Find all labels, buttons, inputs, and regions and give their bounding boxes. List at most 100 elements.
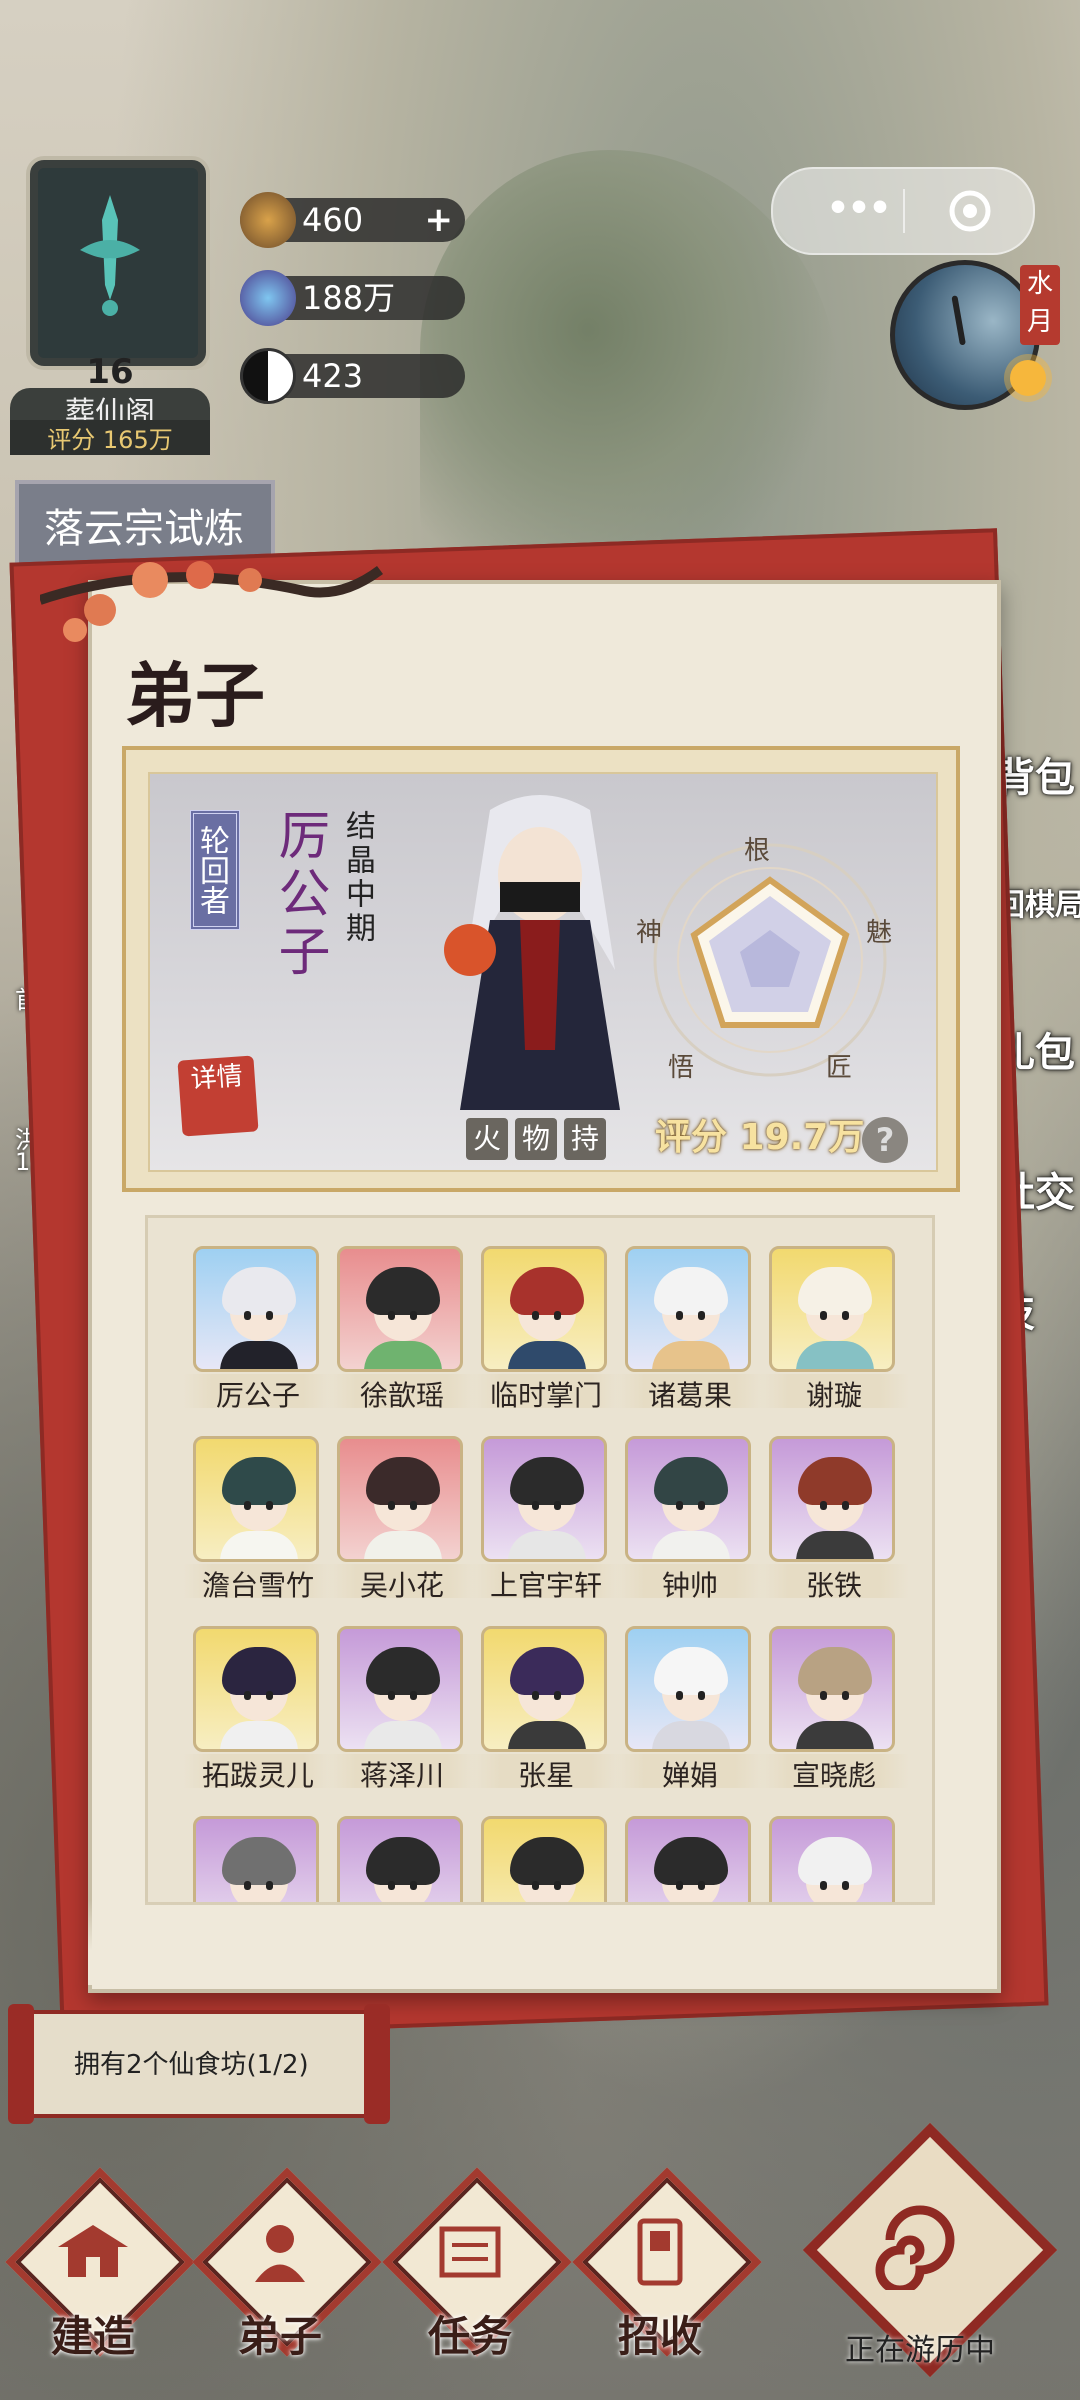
portrait-eye <box>554 1501 561 1510</box>
portrait-eye <box>244 1501 251 1510</box>
portrait-eye <box>698 1501 705 1510</box>
recruit-card-icon <box>637 2218 683 2286</box>
portrait-body <box>508 1341 586 1369</box>
quest-scroll[interactable]: 拥有2个仙食坊(1/2) <box>8 2004 390 2124</box>
disciple-portrait <box>193 1816 319 1902</box>
nav-tasks[interactable]: 任务 <box>382 2167 572 2361</box>
portrait-eye <box>266 1501 273 1510</box>
sword-emblem-icon <box>80 195 140 316</box>
resource-value: 460 <box>302 201 364 239</box>
nav-disciples[interactable]: 弟子 <box>192 2167 382 2361</box>
portrait-hair <box>798 1837 872 1885</box>
nav-recruit[interactable]: 招收 <box>572 2167 762 2361</box>
disciple-name: 张星 <box>471 1754 621 1792</box>
disciple-card[interactable]: 钟帅 <box>615 1436 765 1602</box>
stat-label: 神 <box>636 918 663 948</box>
portrait-eye <box>410 1501 417 1510</box>
portrait-hair <box>654 1647 728 1695</box>
disciple-card[interactable] <box>337 1816 467 1902</box>
disciple-card[interactable]: 谢璇 <box>759 1246 909 1412</box>
resource-value: 423 <box>302 357 364 395</box>
disciple-card[interactable]: 上官宇轩 <box>471 1436 621 1602</box>
disciple-portrait <box>769 1816 895 1902</box>
portrait-eye <box>388 1691 395 1700</box>
travel-status-label: 正在游历中 <box>845 2333 995 2368</box>
nav-build[interactable]: 建造 <box>5 2167 195 2361</box>
portrait-eye <box>676 1691 683 1700</box>
scroll-rod <box>8 2004 34 2124</box>
task-scroll-icon <box>439 2226 501 2278</box>
portrait-eye <box>532 1691 539 1700</box>
stat-label: 根 <box>744 836 771 866</box>
disciple-card[interactable] <box>193 1816 323 1902</box>
panel-bottom-fog <box>88 1900 993 1985</box>
resource-value: 188万 <box>302 279 396 317</box>
disciple-card[interactable]: 徐歆瑶 <box>327 1246 477 1412</box>
disciple-portrait <box>625 1436 751 1562</box>
portrait-hair <box>222 1457 296 1505</box>
disciple-grid[interactable]: 厉公子 徐歆瑶 临时掌门 诸葛果 谢璇澹台雪竹 吴小花 上官宇轩 钟帅 张铁拓跋灵儿 蒋泽川 张星婵… <box>145 1215 935 1905</box>
disciple-name: 婵娟 <box>615 1754 765 1792</box>
disciple-card[interactable]: 蒋泽川 <box>327 1626 477 1792</box>
disciple-portrait <box>337 1436 463 1562</box>
travel-button[interactable]: 正在游历中 <box>800 2120 1058 2378</box>
disciple-card[interactable]: 张铁 <box>759 1436 909 1602</box>
disciple-card[interactable]: 澹台雪竹 <box>183 1436 333 1602</box>
swirl-icon <box>875 2205 955 2290</box>
portrait-eye <box>554 1691 561 1700</box>
disciple-card[interactable]: 临时掌门 <box>471 1246 621 1412</box>
portrait-eye <box>820 1311 827 1320</box>
disciple-card[interactable]: 张星 <box>471 1626 621 1792</box>
disciple-name: 上官宇轩 <box>471 1564 621 1602</box>
portrait-body <box>220 1721 298 1749</box>
disciple-name: 张铁 <box>759 1564 909 1602</box>
portrait-eye <box>266 1311 273 1320</box>
disciple-portrait <box>481 1246 607 1372</box>
help-icon[interactable]: ? <box>862 1117 908 1163</box>
disciple-card[interactable] <box>769 1816 899 1902</box>
add-icon[interactable]: + <box>425 198 454 242</box>
close-target-icon[interactable] <box>948 189 992 233</box>
nav-label: 弟子 <box>237 2312 322 2361</box>
disciple-name: 拓跋灵儿 <box>183 1754 333 1792</box>
disciple-portrait <box>769 1436 895 1562</box>
nav-label: 建造 <box>50 2312 135 2361</box>
portrait-eye <box>698 1881 705 1890</box>
portrait-hair <box>798 1457 872 1505</box>
disciple-card[interactable] <box>481 1816 611 1902</box>
side-menu-backpack[interactable]: 背包 <box>995 745 1080 815</box>
yin-yang-icon <box>240 348 296 404</box>
resource-yin-yang: 423 <box>240 348 465 404</box>
more-options-icon[interactable]: ••• <box>813 189 903 233</box>
disciple-portrait <box>625 1816 751 1902</box>
portrait-eye <box>410 1691 417 1700</box>
disciple-portrait <box>337 1816 463 1902</box>
disciple-name: 吴小花 <box>327 1564 477 1602</box>
disciple-card[interactable]: 宣晓彪 <box>759 1626 909 1792</box>
portrait-eye <box>676 1501 683 1510</box>
element-tag-fire: 火 <box>466 1118 508 1160</box>
element-tag-physical: 物 <box>515 1118 557 1160</box>
portrait-eye <box>842 1501 849 1510</box>
disciple-card[interactable]: 婵娟 <box>615 1626 765 1792</box>
disciple-card[interactable]: 拓跋灵儿 <box>183 1626 333 1792</box>
disciple-card[interactable]: 厉公子 <box>183 1246 333 1412</box>
clock-hand <box>951 295 966 346</box>
details-button[interactable]: 详情 <box>177 1055 259 1137</box>
sect-badge[interactable]: 16 葬仙阁 评分 165万 <box>10 130 210 455</box>
stat-label: 魅 <box>866 918 893 948</box>
nav-label: 任务 <box>427 2312 512 2361</box>
disciple-card[interactable]: 诸葛果 <box>615 1246 765 1412</box>
portrait-eye <box>676 1311 683 1320</box>
featured-name: 厉公子 <box>269 808 329 982</box>
disciple-card[interactable]: 吴小花 <box>327 1436 477 1602</box>
disciple-card[interactable] <box>625 1816 755 1902</box>
portrait-body <box>220 1531 298 1559</box>
portrait-eye <box>532 1881 539 1890</box>
capsule-divider <box>903 189 905 233</box>
portrait-eye <box>820 1881 827 1890</box>
resource-spirit-stone[interactable]: 460 + <box>240 192 465 248</box>
disciple-portrait <box>337 1246 463 1372</box>
portrait-eye <box>266 1881 273 1890</box>
portrait-eye <box>244 1881 251 1890</box>
